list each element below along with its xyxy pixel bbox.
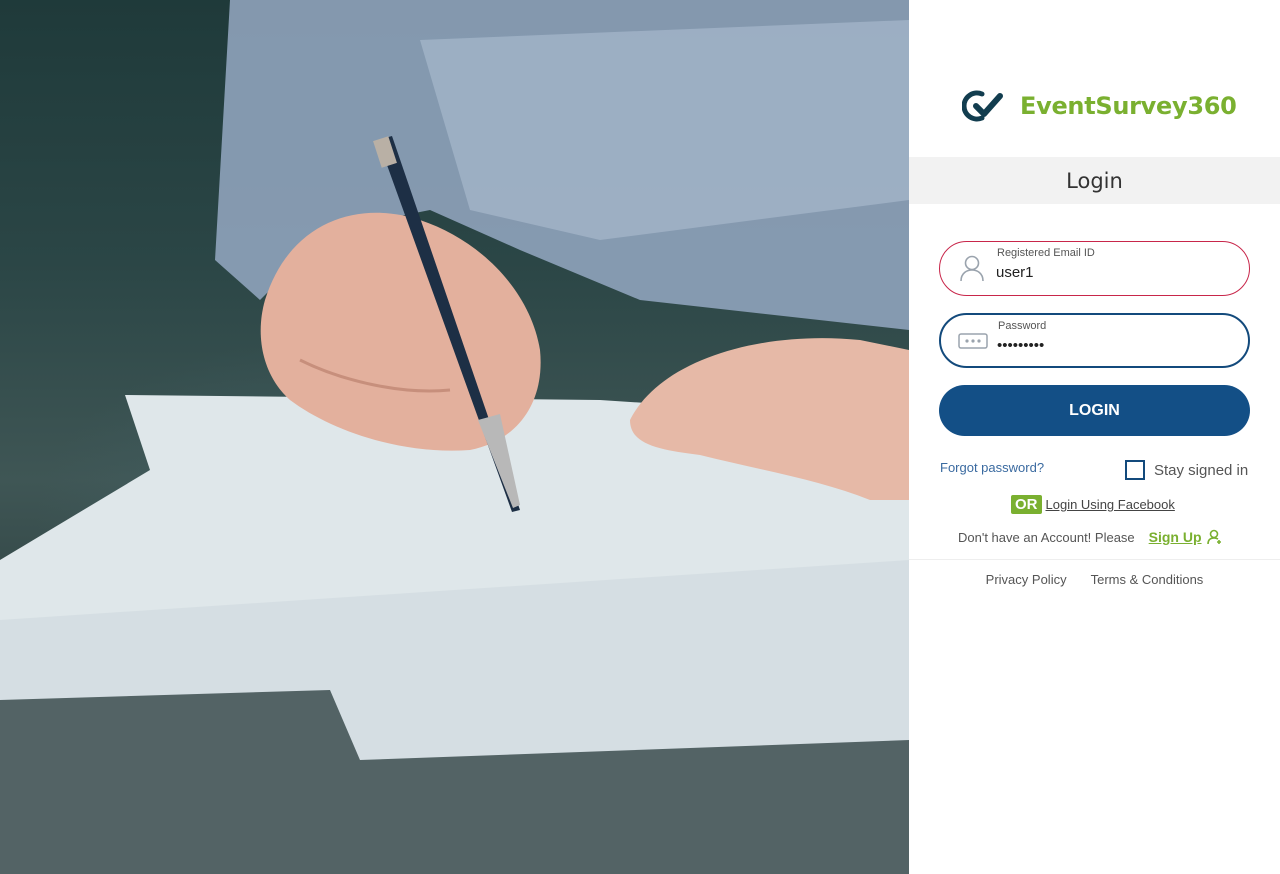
password-input[interactable] <box>997 335 1227 355</box>
brand-name: EventSurvey360 <box>1020 92 1237 120</box>
login-panel: EventSurvey360 Login Registered Email ID… <box>909 0 1280 874</box>
stay-signed-in-checkbox[interactable] <box>1125 460 1145 480</box>
stay-signed-in-label: Stay signed in <box>1154 461 1249 479</box>
email-field[interactable]: Registered Email ID <box>939 241 1250 296</box>
email-input[interactable] <box>996 262 1226 282</box>
forgot-password-link[interactable]: Forgot password? <box>940 460 1044 475</box>
terms-link[interactable]: Terms & Conditions <box>1091 572 1204 587</box>
divider <box>909 559 1280 560</box>
signup-row: Don't have an Account! Please Sign Up <box>958 529 1223 545</box>
user-icon <box>956 253 988 283</box>
signup-label: Sign Up <box>1148 529 1202 545</box>
brand-logo: EventSurvey360 <box>962 86 1237 126</box>
facebook-login-link[interactable]: Login Using Facebook <box>1046 497 1175 512</box>
stay-signed-in[interactable]: Stay signed in <box>1125 460 1248 480</box>
signup-prompt: Don't have an Account! Please <box>958 529 1135 545</box>
password-field[interactable]: Password <box>939 313 1250 368</box>
signup-link[interactable]: Sign Up <box>1149 529 1223 545</box>
login-header: Login <box>909 157 1280 204</box>
add-user-icon <box>1206 529 1221 545</box>
password-label: Password <box>998 320 1047 332</box>
or-badge: OR <box>1011 495 1042 514</box>
password-dots-icon <box>957 326 989 356</box>
privacy-policy-link[interactable]: Privacy Policy <box>986 572 1067 587</box>
email-label: Registered Email ID <box>997 247 1095 259</box>
writing-hand-illustration <box>0 0 909 874</box>
social-login-row: OR Login Using Facebook <box>1011 495 1175 514</box>
hero-photo <box>0 0 909 874</box>
page-title: Login <box>1066 168 1123 193</box>
checkmark-logo-icon <box>962 90 1003 122</box>
login-button[interactable]: LOGIN <box>939 385 1250 436</box>
footer-links: Privacy Policy Terms & Conditions <box>909 572 1280 587</box>
